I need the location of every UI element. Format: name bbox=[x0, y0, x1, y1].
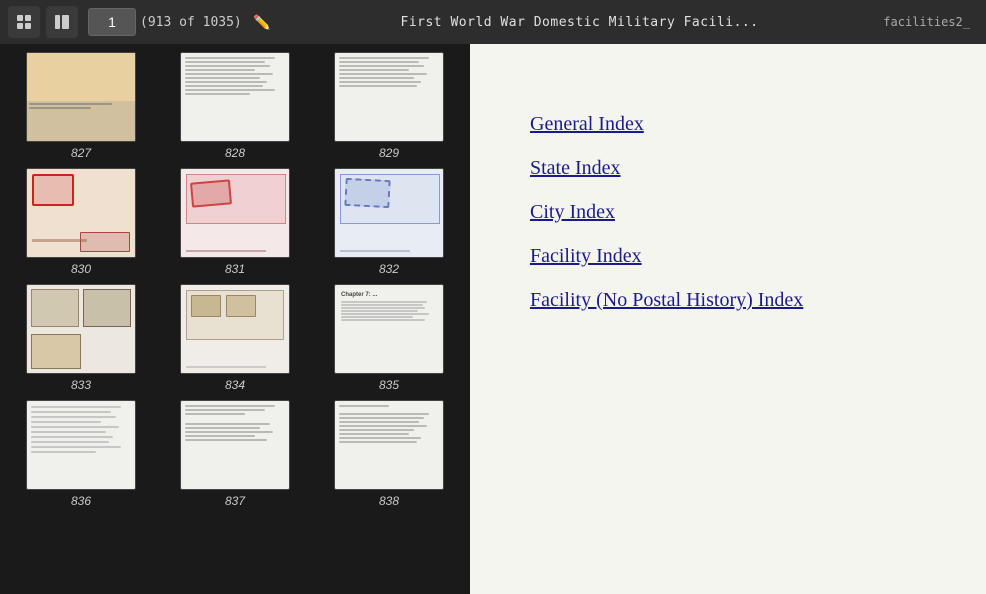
index-item-city[interactable]: City Index bbox=[530, 192, 926, 232]
thumbnail-grid: 827 828 bbox=[8, 52, 462, 508]
thumbnail-image bbox=[180, 400, 290, 490]
thumbnail-number: 833 bbox=[71, 378, 91, 392]
thumbnail-image bbox=[26, 52, 136, 142]
toolbar: (913 of 1035) ✏️ First World War Domesti… bbox=[0, 0, 986, 44]
index-item-facility-no-postal[interactable]: Facility (No Postal History) Index bbox=[530, 280, 926, 320]
thumbnail-number: 837 bbox=[225, 494, 245, 508]
main-content: 827 828 bbox=[0, 44, 986, 594]
list-item[interactable]: Chapter 7: ... 835 bbox=[316, 284, 462, 392]
thumbnail-number: 829 bbox=[379, 146, 399, 160]
list-item[interactable]: 827 bbox=[8, 52, 154, 160]
document-title: First World War Domestic Military Facili… bbox=[282, 15, 878, 30]
page-number-input[interactable] bbox=[88, 8, 136, 36]
page-input-group: (913 of 1035) bbox=[88, 8, 242, 36]
thumbnail-number: 836 bbox=[71, 494, 91, 508]
thumbnail-number: 831 bbox=[225, 262, 245, 276]
list-item[interactable]: 831 bbox=[162, 168, 308, 276]
thumbnail-number: 838 bbox=[379, 494, 399, 508]
list-item[interactable]: 838 bbox=[316, 400, 462, 508]
thumbnail-panel: 827 828 bbox=[0, 44, 470, 594]
thumbnail-number: 828 bbox=[225, 146, 245, 160]
index-item-general[interactable]: General Index bbox=[530, 104, 926, 144]
thumbnail-number: 832 bbox=[379, 262, 399, 276]
page-count-label: (913 of 1035) bbox=[140, 15, 242, 30]
document-subtitle: facilities2_ bbox=[883, 15, 970, 29]
list-item[interactable]: 829 bbox=[316, 52, 462, 160]
thumbnail-image: Chapter 7: ... bbox=[334, 284, 444, 374]
thumbnail-image bbox=[334, 52, 444, 142]
panel-view-button[interactable] bbox=[46, 6, 78, 38]
list-item[interactable]: 837 bbox=[162, 400, 308, 508]
index-item-state[interactable]: State Index bbox=[530, 148, 926, 188]
index-list: General Index State Index City Index Fac… bbox=[530, 104, 926, 320]
index-item-facility[interactable]: Facility Index bbox=[530, 236, 926, 276]
thumbnail-number: 835 bbox=[379, 378, 399, 392]
thumbnail-image bbox=[180, 168, 290, 258]
grid-view-button[interactable] bbox=[8, 6, 40, 38]
thumbnail-number: 827 bbox=[71, 146, 91, 160]
list-item[interactable]: 830 bbox=[8, 168, 154, 276]
thumbnail-image bbox=[180, 284, 290, 374]
thumbnail-number: 830 bbox=[71, 262, 91, 276]
thumbnail-image bbox=[334, 168, 444, 258]
right-panel: General Index State Index City Index Fac… bbox=[470, 44, 986, 594]
edit-button[interactable]: ✏️ bbox=[248, 8, 276, 36]
thumbnail-image bbox=[180, 52, 290, 142]
thumbnail-image bbox=[26, 284, 136, 374]
list-item[interactable]: 833 bbox=[8, 284, 154, 392]
list-item[interactable]: 828 bbox=[162, 52, 308, 160]
thumbnail-image bbox=[26, 400, 136, 490]
thumbnail-image bbox=[334, 400, 444, 490]
list-item[interactable]: 832 bbox=[316, 168, 462, 276]
list-item[interactable]: 834 bbox=[162, 284, 308, 392]
thumbnail-number: 834 bbox=[225, 378, 245, 392]
list-item[interactable]: 836 bbox=[8, 400, 154, 508]
thumbnail-image bbox=[26, 168, 136, 258]
